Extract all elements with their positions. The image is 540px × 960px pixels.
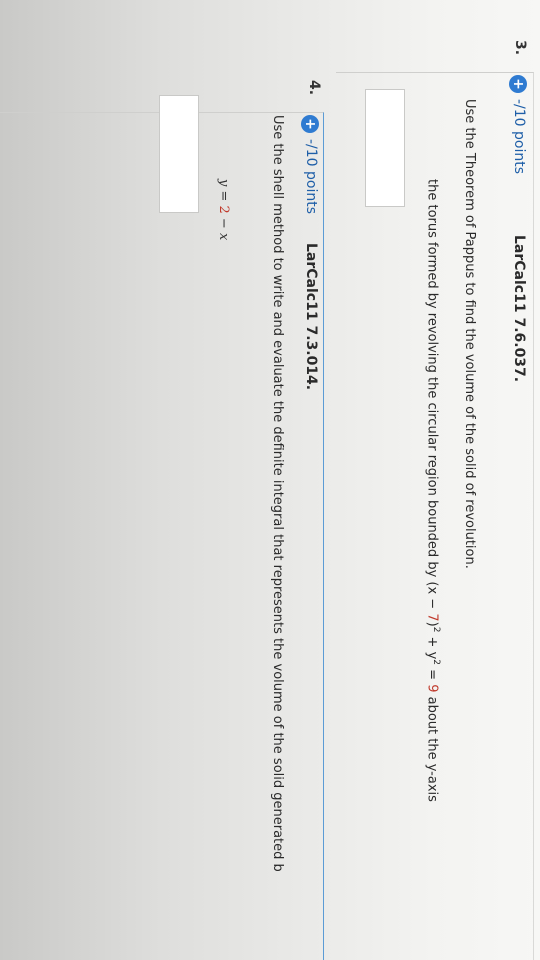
question-4-equation: y = 2 − x xyxy=(216,179,231,241)
homework-page: 3. + -/10 points LarCalc11 7.6.037. Use … xyxy=(0,0,540,960)
question-3-number: 3. xyxy=(512,40,528,56)
question-3-answer-box[interactable] xyxy=(365,89,405,207)
question-3-panel: + -/10 points LarCalc11 7.6.037. Use the… xyxy=(336,72,534,960)
question-4-panel: + -/10 points LarCalc11 7.3.014. Use the… xyxy=(0,95,324,960)
question-4-prompt: Use the shell method to write and evalua… xyxy=(270,115,285,872)
question-3-points: -/10 points xyxy=(511,99,527,175)
photo-stage: 3. + -/10 points LarCalc11 7.6.037. Use … xyxy=(0,0,540,960)
question-4-number: 4. xyxy=(306,80,322,96)
expand-plus-icon[interactable]: + xyxy=(509,75,527,93)
question-3-subprompt: the torus formed by revolving the circul… xyxy=(424,179,441,802)
question-3-prompt: Use the Theorem of Pappus to find the vo… xyxy=(462,99,477,569)
expand-plus-icon[interactable]: + xyxy=(301,115,319,133)
question-4-reference: LarCalc11 7.3.014. xyxy=(303,243,319,391)
question-4-points: -/10 points xyxy=(303,139,319,215)
question-4-answer-box[interactable] xyxy=(159,95,199,213)
question-3-reference: LarCalc11 7.6.037. xyxy=(511,235,527,383)
